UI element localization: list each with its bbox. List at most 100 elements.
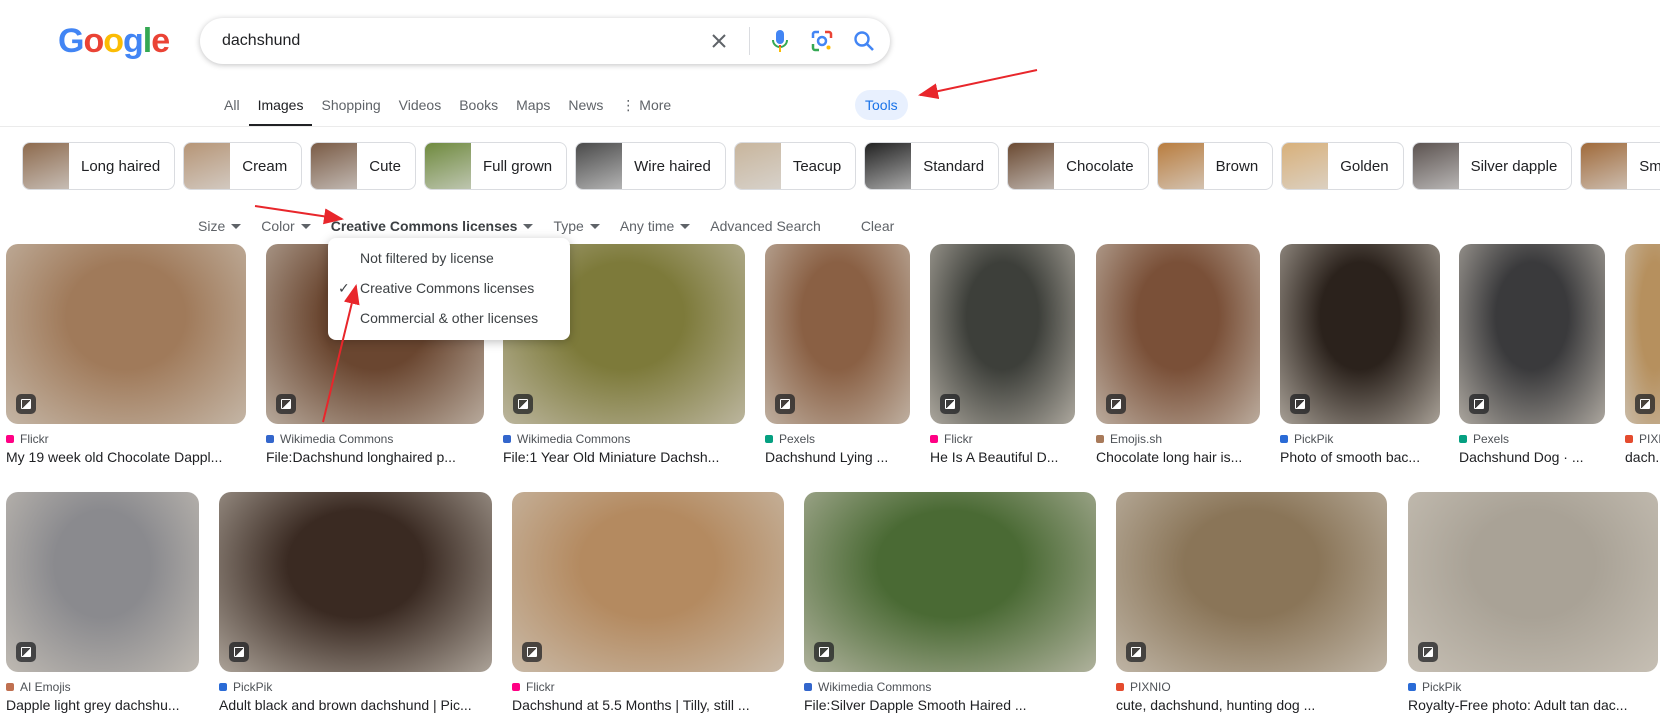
- result-title[interactable]: File:Silver Dapple Smooth Haired ...: [804, 697, 1096, 713]
- chip-cream[interactable]: Cream: [183, 142, 303, 190]
- tab-images[interactable]: Images: [248, 96, 313, 127]
- favicon-icon: [930, 435, 938, 443]
- result-thumbnail[interactable]: [1625, 244, 1660, 424]
- chip-wire-haired[interactable]: Wire haired: [575, 142, 726, 190]
- image-icon: [1290, 394, 1310, 414]
- tab-shopping[interactable]: Shopping: [312, 96, 389, 124]
- filter-size[interactable]: Size: [198, 218, 242, 234]
- result-thumbnail[interactable]: [6, 492, 199, 672]
- image-result[interactable]: Flickr My 19 week old Chocolate Dappl...: [6, 244, 246, 465]
- result-thumbnail[interactable]: [1096, 244, 1260, 424]
- result-title[interactable]: Photo of smooth bac...: [1280, 449, 1440, 465]
- logo-letter: o: [103, 22, 124, 60]
- filter-type[interactable]: Type: [553, 218, 600, 234]
- menu-item-not-filtered[interactable]: Not filtered by license: [360, 250, 494, 266]
- chip-standard[interactable]: Standard: [864, 142, 1000, 190]
- chip-full-grown[interactable]: Full grown: [423, 142, 568, 190]
- tab-more[interactable]: ⋮ More: [612, 96, 680, 124]
- image-result[interactable]: PIXNIO cute, dachshund, hunting dog ...: [1116, 492, 1387, 713]
- image-result[interactable]: Pexels Dachshund Dog · ...: [1459, 244, 1605, 465]
- result-source[interactable]: PickPik: [1408, 680, 1658, 694]
- menu-item-commercial[interactable]: Commercial & other licenses: [360, 310, 538, 326]
- menu-item-creative-commons[interactable]: Creative Commons licenses: [360, 280, 534, 296]
- chip-teacup[interactable]: Teacup: [733, 142, 857, 190]
- result-source[interactable]: PIXNIO: [1116, 680, 1387, 694]
- result-title[interactable]: dach...: [1625, 449, 1660, 465]
- result-source[interactable]: Pexels: [765, 432, 910, 446]
- result-title[interactable]: Dachshund Dog · ...: [1459, 449, 1605, 465]
- chip-golden[interactable]: Golden: [1281, 142, 1404, 190]
- result-source[interactable]: Wikimedia Commons: [804, 680, 1096, 694]
- result-title[interactable]: cute, dachshund, hunting dog ...: [1116, 697, 1387, 713]
- result-source[interactable]: PIXNIO: [1625, 432, 1660, 446]
- image-result[interactable]: PickPik Royalty-Free photo: Adult tan dac…: [1408, 492, 1658, 713]
- result-title[interactable]: He Is A Beautiful D...: [930, 449, 1075, 465]
- filter-clear[interactable]: Clear: [861, 218, 894, 234]
- result-title[interactable]: File:1 Year Old Miniature Dachsh...: [503, 449, 745, 465]
- image-result[interactable]: Wikimedia Commons File:Silver Dapple Smoo…: [804, 492, 1096, 713]
- tab-videos[interactable]: Videos: [390, 96, 451, 124]
- result-title[interactable]: My 19 week old Chocolate Dappl...: [6, 449, 246, 465]
- result-source[interactable]: Pexels: [1459, 432, 1605, 446]
- result-thumbnail[interactable]: [1459, 244, 1605, 424]
- image-result[interactable]: PickPik Photo of smooth bac...: [1280, 244, 1440, 465]
- google-logo[interactable]: Google: [58, 22, 170, 61]
- result-title[interactable]: Chocolate long hair is...: [1096, 449, 1260, 465]
- result-title[interactable]: Adult black and brown dachshund | Pic...: [219, 697, 492, 713]
- result-thumbnail[interactable]: [804, 492, 1096, 672]
- result-source[interactable]: Wikimedia Commons: [266, 432, 484, 446]
- logo-letter: l: [142, 22, 153, 60]
- result-thumbnail[interactable]: [930, 244, 1075, 424]
- filter-advanced-search[interactable]: Advanced Search: [710, 218, 821, 234]
- chip-brown[interactable]: Brown: [1156, 142, 1274, 190]
- camera-lens-icon[interactable]: [810, 29, 834, 53]
- result-title[interactable]: Royalty-Free photo: Adult tan dac...: [1408, 697, 1658, 713]
- result-source[interactable]: Emojis.sh: [1096, 432, 1260, 446]
- image-result[interactable]: Flickr He Is A Beautiful D...: [930, 244, 1075, 465]
- result-source[interactable]: Flickr: [6, 432, 246, 446]
- result-source[interactable]: Flickr: [512, 680, 784, 694]
- caret-down-icon: [300, 223, 311, 229]
- result-thumbnail[interactable]: [219, 492, 492, 672]
- result-title[interactable]: Dapple light grey dachshu...: [6, 697, 199, 713]
- result-thumbnail[interactable]: [6, 244, 246, 424]
- microphone-icon[interactable]: [768, 29, 792, 53]
- result-source[interactable]: Flickr: [930, 432, 1075, 446]
- result-thumbnail[interactable]: [512, 492, 784, 672]
- result-source[interactable]: PickPik: [1280, 432, 1440, 446]
- filter-color[interactable]: Color: [261, 218, 311, 234]
- image-result[interactable]: Emojis.sh Chocolate long hair is...: [1096, 244, 1260, 465]
- image-result[interactable]: Pexels Dachshund Lying ...: [765, 244, 910, 465]
- result-title[interactable]: File:Dachshund longhaired p...: [266, 449, 484, 465]
- tab-books[interactable]: Books: [450, 96, 507, 124]
- search-input[interactable]: [220, 31, 704, 51]
- search-icon[interactable]: [852, 29, 876, 53]
- chip-silver-dapple[interactable]: Silver dapple: [1411, 142, 1573, 190]
- filter-creative-commons-licenses[interactable]: Creative Commons licenses: [331, 218, 534, 234]
- filter-any-time[interactable]: Any time: [620, 218, 691, 234]
- chip-cute[interactable]: Cute: [310, 142, 416, 190]
- result-thumbnail[interactable]: [1280, 244, 1440, 424]
- result-title[interactable]: Dachshund at 5.5 Months | Tilly, still .…: [512, 697, 784, 713]
- tab-news[interactable]: News: [559, 96, 612, 124]
- result-source[interactable]: AI Emojis: [6, 680, 199, 694]
- result-thumbnail[interactable]: [1408, 492, 1658, 672]
- result-source[interactable]: PickPik: [219, 680, 492, 694]
- image-result[interactable]: AI Emojis Dapple light grey dachshu...: [6, 492, 199, 713]
- image-result[interactable]: PIXNIO dach...: [1625, 244, 1660, 465]
- favicon-icon: [804, 683, 812, 691]
- chip-smoot[interactable]: Smoot: [1580, 142, 1660, 190]
- tools-button[interactable]: Tools: [855, 90, 908, 120]
- result-title[interactable]: Dachshund Lying ...: [765, 449, 910, 465]
- search-box: [200, 18, 890, 64]
- chip-long-haired[interactable]: Long haired: [22, 142, 176, 190]
- chip-chocolate[interactable]: Chocolate: [1007, 142, 1149, 190]
- image-result[interactable]: Flickr Dachshund at 5.5 Months | Tilly, s…: [512, 492, 784, 713]
- result-thumbnail[interactable]: [765, 244, 910, 424]
- result-source[interactable]: Wikimedia Commons: [503, 432, 745, 446]
- result-thumbnail[interactable]: [1116, 492, 1387, 672]
- tab-maps[interactable]: Maps: [507, 96, 559, 124]
- tab-all[interactable]: All: [215, 96, 249, 124]
- close-icon[interactable]: [707, 29, 731, 53]
- image-result[interactable]: PickPik Adult black and brown dachshund |…: [219, 492, 492, 713]
